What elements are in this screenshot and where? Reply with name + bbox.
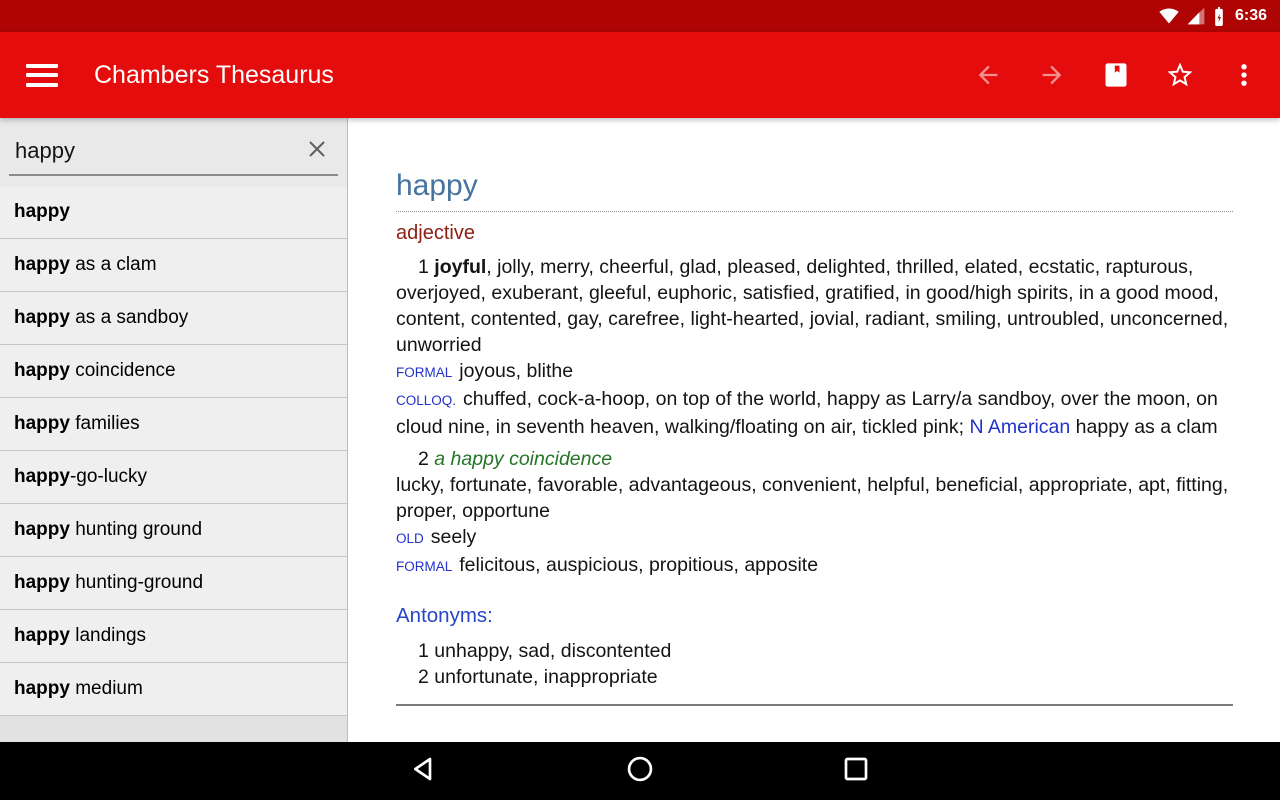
navigation-bar: [0, 742, 1280, 800]
suggestion-list: happy happy as a clam happy as a sandboy…: [0, 186, 347, 716]
suggestion-text: happy coincidence: [14, 360, 176, 382]
synonym-line: lucky, fortunate, favorable, advantageou…: [396, 472, 1233, 524]
list-item[interactable]: happy: [0, 186, 347, 239]
menu-button[interactable]: [26, 58, 58, 92]
synonyms-text: , jolly, merry, cheerful, glad, pleased,…: [396, 256, 1228, 356]
entry-pane[interactable]: happy adjective 1 joyful, jolly, merry, …: [348, 118, 1280, 742]
suggestion-text: happy hunting ground: [14, 519, 202, 541]
history-back-button[interactable]: [974, 61, 1002, 89]
history-forward-button[interactable]: [1038, 61, 1066, 89]
suggestion-text: happy medium: [14, 678, 143, 700]
list-item[interactable]: happy hunting-ground: [0, 557, 347, 610]
suggestion-text: happy as a sandboy: [14, 307, 188, 329]
search-input[interactable]: [15, 138, 302, 164]
example-phrase: a happy coincidence: [434, 448, 612, 470]
sense-number: 2: [418, 448, 429, 470]
hamburger-icon: [26, 64, 58, 87]
colloq-line: COLLOQ.chuffed, cock-a-hoop, on top of t…: [396, 386, 1233, 440]
nav-home-button[interactable]: [624, 755, 656, 787]
search-row: [0, 118, 347, 186]
bookmarks-button[interactable]: [1102, 61, 1130, 89]
register-label: FORMAL: [396, 559, 452, 574]
arrow-back-icon: [974, 61, 1002, 89]
clock: 6:36: [1235, 7, 1267, 25]
favorite-button[interactable]: [1166, 61, 1194, 89]
app-screen: 6:36 Chambers Thesaurus: [0, 0, 1280, 800]
body-row: happy happy as a clam happy as a sandboy…: [0, 118, 1280, 742]
old-synonyms: seely: [431, 526, 477, 548]
suggestion-text: happy: [14, 201, 70, 223]
list-item[interactable]: happy medium: [0, 663, 347, 716]
antonyms-section: Antonyms: 1 unhappy, sad, discontented 2…: [396, 604, 1233, 690]
star-outline-icon: [1165, 60, 1195, 90]
list-item[interactable]: happy as a sandboy: [0, 292, 347, 345]
status-bar: 6:36: [0, 0, 1280, 32]
close-icon: [305, 137, 329, 166]
antonyms-list: 1 unhappy, sad, discontented 2 unfortuna…: [396, 638, 1233, 690]
book-icon: [1102, 61, 1130, 89]
register-label: COLLOQ.: [396, 393, 456, 408]
region-label: N American: [969, 416, 1070, 438]
key-synonym: joyful: [434, 256, 486, 278]
formal-synonyms: felicitous, auspicious, propitious, appo…: [459, 554, 818, 576]
antonym-item: 2 unfortunate, inappropriate: [396, 664, 1233, 690]
recents-square-icon: [840, 753, 872, 790]
overflow-menu-button[interactable]: [1230, 61, 1258, 89]
entry-headword: happy: [396, 170, 1233, 212]
synonym-line: 1 joyful, jolly, merry, cheerful, glad, …: [396, 254, 1233, 358]
search-sidebar: happy happy as a clam happy as a sandboy…: [0, 118, 348, 742]
formal-synonyms: joyous, blithe: [459, 360, 573, 382]
list-item[interactable]: happy landings: [0, 610, 347, 663]
sense-1: 1 joyful, jolly, merry, cheerful, glad, …: [396, 254, 1233, 440]
sense-2: 2 a happy coincidence lucky, fortunate, …: [396, 446, 1233, 580]
search-field[interactable]: [9, 128, 338, 176]
signal-icon: [1186, 6, 1206, 26]
region-synonyms: happy as a clam: [1070, 416, 1217, 438]
antonym-item: 1 unhappy, sad, discontented: [396, 638, 1233, 664]
list-item[interactable]: happy-go-lucky: [0, 451, 347, 504]
register-label: FORMAL: [396, 365, 452, 380]
clear-search-button[interactable]: [302, 136, 332, 166]
app-bar: Chambers Thesaurus: [0, 32, 1280, 118]
battery-icon: [1213, 6, 1225, 27]
overflow-dots-icon: [1230, 61, 1258, 89]
register-label: OLD: [396, 531, 424, 546]
suggestion-text: happy-go-lucky: [14, 466, 147, 488]
app-title: Chambers Thesaurus: [94, 61, 334, 90]
suggestion-text: happy landings: [14, 625, 146, 647]
old-line: OLD seely: [396, 524, 1233, 552]
nav-recents-button[interactable]: [840, 755, 872, 787]
appbar-actions: [974, 61, 1258, 89]
formal-line: FORMAL joyous, blithe: [396, 358, 1233, 386]
home-circle-icon: [624, 753, 656, 790]
wifi-icon: [1159, 6, 1179, 26]
nav-back-button[interactable]: [408, 755, 440, 787]
suggestion-text: happy as a clam: [14, 254, 157, 276]
antonyms-heading: Antonyms:: [396, 604, 1233, 628]
back-triangle-icon: [408, 753, 440, 790]
list-item[interactable]: happy coincidence: [0, 345, 347, 398]
suggestion-text: happy families: [14, 413, 140, 435]
list-item-partial[interactable]: [0, 716, 347, 742]
arrow-forward-icon: [1038, 61, 1066, 89]
example-line: 2 a happy coincidence: [396, 446, 1233, 472]
list-item[interactable]: happy as a clam: [0, 239, 347, 292]
list-item[interactable]: happy hunting ground: [0, 504, 347, 557]
list-item[interactable]: happy families: [0, 398, 347, 451]
entry-divider: [396, 704, 1233, 706]
sense-number: 1: [418, 256, 429, 278]
formal-line: FORMAL felicitous, auspicious, propitious…: [396, 552, 1233, 580]
part-of-speech: adjective: [396, 221, 1233, 245]
suggestion-text: happy hunting-ground: [14, 572, 203, 594]
